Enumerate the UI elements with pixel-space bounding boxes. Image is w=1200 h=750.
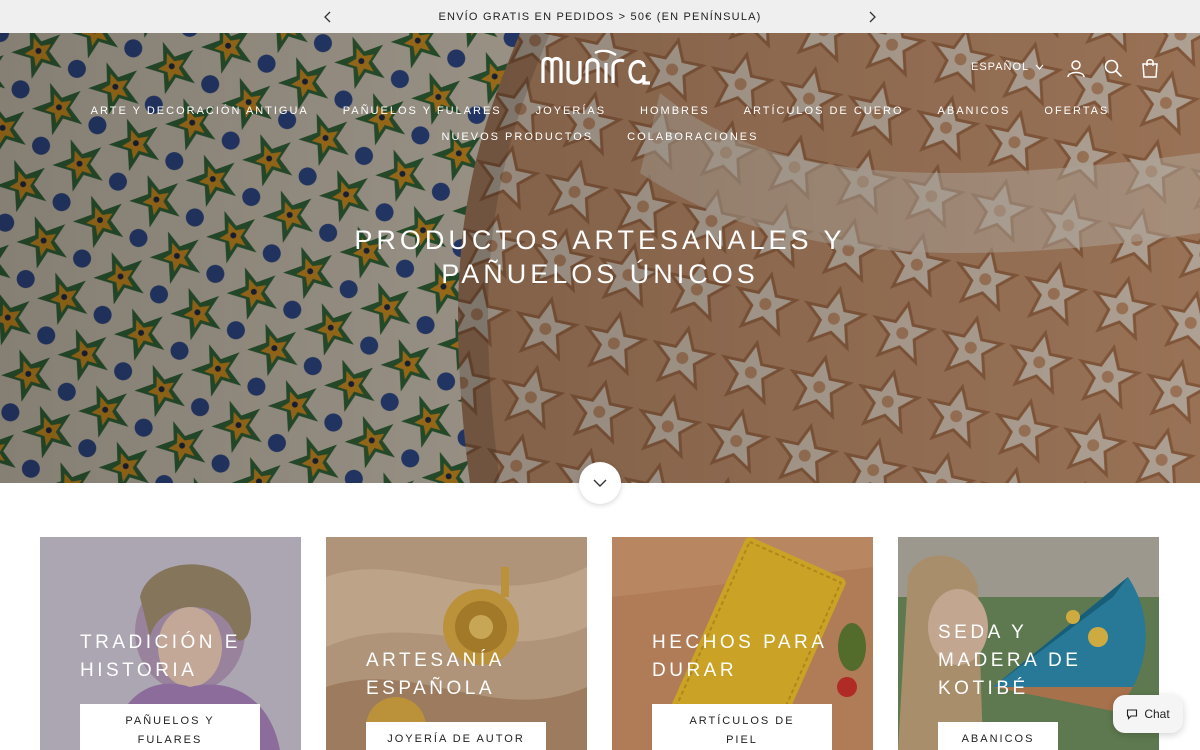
nav-item-hombres[interactable]: HOMBRES: [623, 103, 727, 119]
nav-item-articulos-cuero[interactable]: ARTÍCULOS DE CUERO: [727, 103, 921, 119]
nav-item-joyerias[interactable]: JOYERÍAS: [519, 103, 623, 119]
search-button[interactable]: [1103, 58, 1123, 78]
category-cards: TRADICIÓN E HISTORIA PAÑUELOS Y FULARES …: [40, 537, 1160, 750]
chevron-down-icon: [593, 479, 607, 487]
card-button-label: PAÑUELOS Y: [125, 715, 215, 727]
search-icon: [1104, 59, 1123, 78]
munira-logo[interactable]: [540, 49, 660, 89]
previous-announcement-button[interactable]: [318, 7, 338, 27]
card-title-line: ESPAÑOLA: [366, 678, 496, 699]
chat-button[interactable]: Chat: [1113, 695, 1183, 733]
nav-item-arte-decoracion[interactable]: ARTE Y DECORACIÓN ANTIGUA: [74, 103, 326, 119]
card-button-label: PIEL: [726, 734, 758, 746]
chat-label: Chat: [1144, 707, 1170, 721]
card-title-line: MADERA DE: [938, 650, 1082, 671]
chevron-down-icon: [1035, 64, 1044, 70]
card-title-line: HISTORIA: [80, 660, 198, 681]
hero-title-line-2: PAÑUELOS ÚNICOS: [441, 259, 759, 289]
nav-item-ofertas[interactable]: OFERTAS: [1027, 103, 1126, 119]
card-artesania-espanola[interactable]: ARTESANÍA ESPAÑOLA JOYERÍA DE AUTOR: [326, 537, 587, 750]
card-button-panuelos[interactable]: PAÑUELOS Y FULARES: [80, 704, 260, 750]
card-title-line: DURAR: [652, 660, 738, 681]
card-image-earrings: [326, 537, 587, 750]
card-button-joyeria[interactable]: JOYERÍA DE AUTOR: [366, 722, 546, 750]
hero-title-line-1: PRODUCTOS ARTESANALES Y: [354, 225, 846, 255]
card-button-label: ARTÍCULOS DE: [689, 715, 795, 727]
language-selector[interactable]: ESPAÑOL: [971, 61, 1044, 73]
nav-item-panuelos-fulares[interactable]: PAÑUELOS Y FULARES: [326, 103, 519, 119]
card-title-line: KOTIBÉ: [938, 678, 1029, 699]
hero-title: PRODUCTOS ARTESANALES Y PAÑUELOS ÚNICOS: [300, 223, 900, 291]
card-title: HECHOS PARA DURAR: [652, 629, 827, 685]
card-button-articulos-piel[interactable]: ARTÍCULOS DE PIEL: [652, 704, 832, 750]
card-title-line: ARTESANÍA: [366, 650, 505, 671]
card-hechos-para-durar[interactable]: HECHOS PARA DURAR ARTÍCULOS DE PIEL: [612, 537, 873, 750]
card-title-line: TRADICIÓN E: [80, 632, 241, 653]
chevron-left-icon: [324, 11, 331, 23]
announcement-text: ENVÍO GRATIS EN PEDIDOS > 50€ (EN PENÍNS…: [438, 10, 762, 23]
card-title-line: HECHOS PARA: [652, 632, 828, 653]
card-button-label: JOYERÍA DE AUTOR: [387, 733, 525, 745]
card-button-label: FULARES: [137, 734, 203, 746]
card-button-label: ABANICOS: [961, 733, 1035, 745]
nav-item-colaboraciones[interactable]: COLABORACIONES: [610, 129, 775, 145]
announcement-bar: ENVÍO GRATIS EN PEDIDOS > 50€ (EN PENÍNS…: [0, 0, 1200, 33]
shopping-bag-icon: [1142, 59, 1158, 78]
language-label: ESPAÑOL: [971, 61, 1030, 73]
nav-item-abanicos[interactable]: ABANICOS: [921, 103, 1028, 119]
card-title-line: SEDA Y: [938, 622, 1028, 643]
nav-item-nuevos-productos[interactable]: NUEVOS PRODUCTOS: [425, 129, 611, 145]
scroll-down-button[interactable]: [579, 462, 621, 504]
account-button[interactable]: [1066, 58, 1086, 78]
cart-button[interactable]: [1140, 58, 1160, 78]
hero-banner: ESPAÑOL ARTE Y DECORACIÓN ANTIGUA PAÑUEL…: [0, 33, 1200, 483]
main-navigation: ARTE Y DECORACIÓN ANTIGUA PAÑUELOS Y FUL…: [0, 103, 1200, 145]
chat-bubble-icon: [1127, 709, 1138, 720]
card-title: ARTESANÍA ESPAÑOLA: [366, 647, 505, 703]
card-tradicion-historia[interactable]: TRADICIÓN E HISTORIA PAÑUELOS Y FULARES: [40, 537, 301, 750]
card-title: TRADICIÓN E HISTORIA: [80, 629, 241, 685]
chevron-right-icon: [869, 11, 876, 23]
card-button-abanicos[interactable]: ABANICOS: [938, 722, 1058, 750]
next-announcement-button[interactable]: [862, 7, 882, 27]
card-title: SEDA Y MADERA DE KOTIBÉ: [938, 619, 1081, 703]
user-icon: [1067, 60, 1085, 78]
